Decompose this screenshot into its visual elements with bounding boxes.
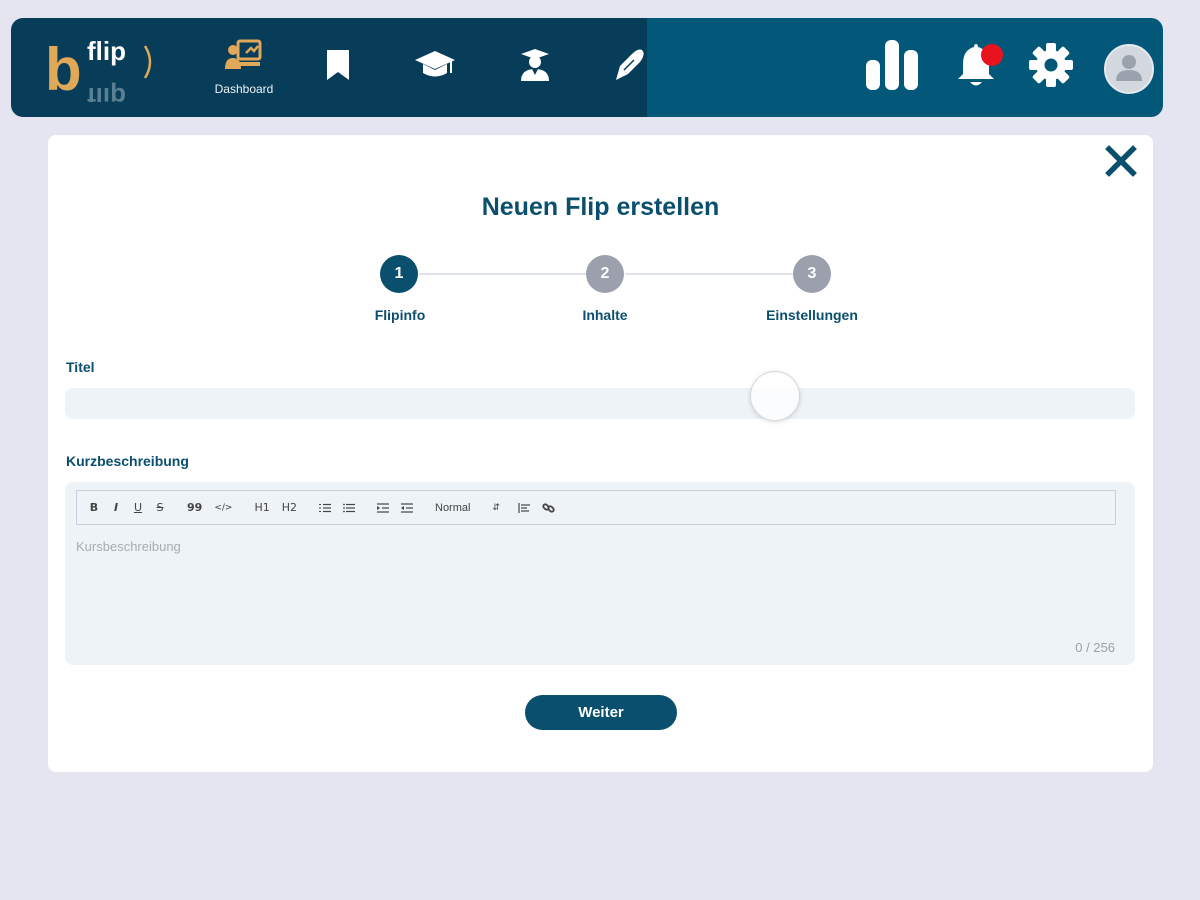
step-2[interactable]: 2 [586,255,624,293]
italic-button[interactable]: I [111,501,121,514]
step-3[interactable]: 3 [793,255,831,293]
step-3-label: Einstellungen [766,307,858,323]
description-label: Kurzbeschreibung [66,453,189,469]
strike-button[interactable]: S [155,501,165,514]
bar-chart-icon [864,38,920,97]
user-avatar[interactable] [1104,44,1154,94]
link-icon [542,502,555,513]
nav-create[interactable] [604,18,654,117]
top-navigation-bar: b flip flip Dashboard [11,18,1163,117]
dialog-title: Neuen Flip erstellen [481,193,720,221]
svg-text:b: b [45,36,82,102]
nav-teachers[interactable] [510,18,560,117]
step-2-label: Inhalte [582,307,628,323]
bullet-list-icon [343,503,355,512]
heading-select-value: Normal [435,501,471,514]
stepper-connector [625,273,795,275]
indent-button[interactable] [401,502,413,513]
underline-button[interactable]: U [133,501,143,514]
nav-courses[interactable] [405,18,465,117]
title-label: Titel [66,359,95,375]
bookmark-icon [325,48,351,87]
step-1-label: Flipinfo [374,307,426,323]
bold-button[interactable]: B [89,501,99,514]
code-button[interactable]: </> [214,503,232,513]
nav-bookmarks[interactable] [313,18,363,117]
step-1[interactable]: 1 [380,255,418,293]
heading-2-button[interactable]: H2 [282,501,297,514]
align-button[interactable] [518,502,530,513]
indent-icon [401,502,413,513]
description-textarea[interactable]: Kursbeschreibung [76,539,181,554]
heading-select[interactable]: Normal ⇵ [435,502,500,514]
align-icon [518,502,530,513]
nav-statistics[interactable] [857,18,927,117]
stepper-connector [419,273,589,275]
next-button[interactable]: Weiter [525,695,677,730]
select-arrows-icon: ⇵ [492,502,500,512]
graduation-cap-icon [414,49,456,86]
logo-mirror-text: flip [87,82,126,102]
editor-toolbar: B I U S 99 </> H1 H2 Normal ⇵ [76,490,1116,525]
notification-badge [981,44,1003,66]
bullet-list-button[interactable] [343,503,355,513]
gear-icon [1028,42,1074,93]
pen-icon [612,48,646,87]
close-icon [1105,144,1137,182]
description-editor: B I U S 99 </> H1 H2 Normal ⇵ Kursbeschr… [65,482,1135,665]
link-button[interactable] [542,502,555,514]
nav-dashboard[interactable]: Dashboard [204,18,284,117]
outdent-button[interactable] [377,502,389,513]
nav-settings[interactable] [1021,18,1081,117]
user-icon [1114,52,1144,87]
ordered-list-button[interactable] [319,503,331,513]
logo-text: flip [87,36,126,66]
close-button[interactable] [1103,144,1139,182]
ordered-list-icon [319,503,331,512]
nav-notifications[interactable] [941,18,1011,117]
heading-1-button[interactable]: H1 [254,501,269,514]
dashboard-icon [224,39,264,78]
outdent-icon [377,502,389,513]
logo[interactable]: b flip flip [45,32,165,112]
quote-button[interactable]: 99 [187,501,202,514]
teacher-icon [519,48,551,87]
character-counter: 0 / 256 [1075,640,1115,655]
title-input[interactable] [65,388,1135,419]
create-flip-dialog: Neuen Flip erstellen 1 2 3 Flipinfo Inha… [48,135,1153,772]
nav-dashboard-label: Dashboard [214,82,274,96]
